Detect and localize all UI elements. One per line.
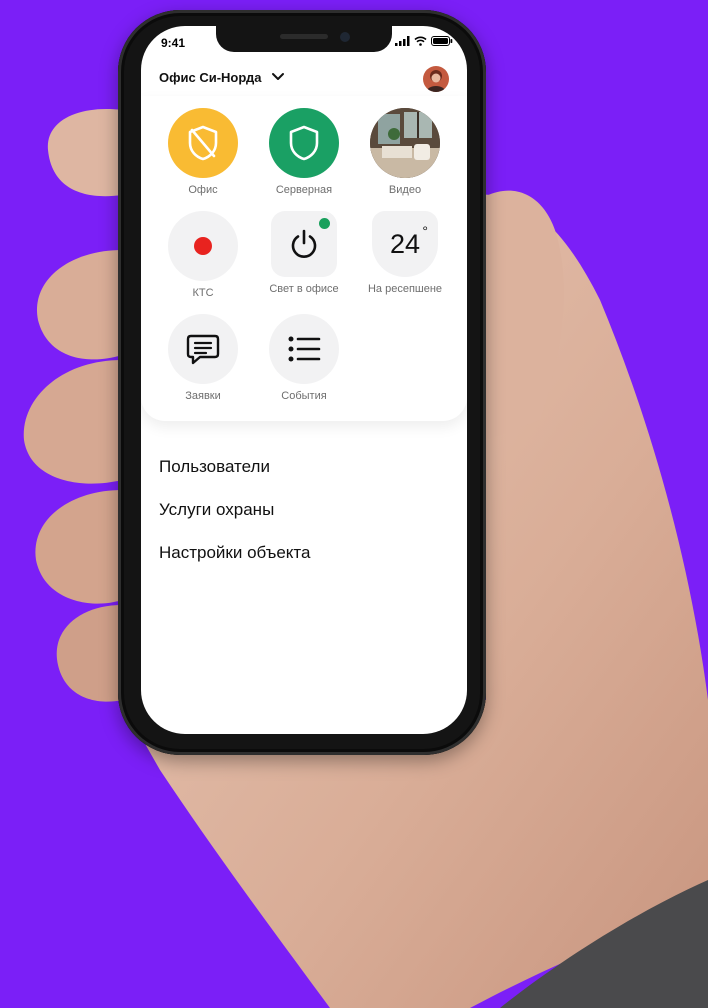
- menu-item-object-settings[interactable]: Настройки объекта: [159, 542, 310, 585]
- avatar[interactable]: [423, 66, 449, 92]
- chat-icon: [186, 334, 220, 365]
- tile-label: Офис: [188, 184, 218, 196]
- light-tile-box[interactable]: [271, 211, 337, 277]
- tile-label: На ресепшене: [367, 283, 443, 295]
- speaker: [280, 34, 328, 39]
- events-circle[interactable]: [269, 314, 339, 384]
- settings-menu: Пользователи Услуги охраны Настройки объ…: [159, 456, 310, 585]
- shield-icon: [289, 125, 319, 161]
- tile-events[interactable]: События: [252, 314, 356, 402]
- record-dot-icon: [194, 237, 212, 255]
- battery-icon: [431, 36, 453, 46]
- tile-video[interactable]: Видео: [353, 108, 457, 196]
- shield-off-icon: [188, 125, 218, 161]
- tile-office-light[interactable]: Свет в офисе: [252, 211, 356, 295]
- object-selector-title[interactable]: Офис Си-Норда: [159, 70, 261, 85]
- status-icons: [395, 36, 453, 46]
- office-circle[interactable]: [168, 108, 238, 178]
- notch: [216, 26, 392, 52]
- online-indicator: [318, 217, 331, 230]
- tile-label: Видео: [388, 184, 422, 196]
- server-circle[interactable]: [269, 108, 339, 178]
- tile-label: Серверная: [275, 184, 333, 196]
- tile-panic-button[interactable]: КТС: [151, 211, 255, 299]
- tile-label: Заявки: [185, 390, 221, 402]
- temperature-value: 24 °: [389, 222, 429, 259]
- tile-reception-temperature[interactable]: 24 ° На ресепшене: [353, 211, 457, 295]
- signal-icon: [395, 36, 410, 46]
- panic-circle[interactable]: [168, 211, 238, 281]
- tile-label: КТС: [192, 287, 214, 299]
- status-time: 9:41: [161, 36, 186, 50]
- menu-item-security-services[interactable]: Услуги охраны: [159, 499, 310, 542]
- wifi-icon: [414, 36, 427, 46]
- tile-requests[interactable]: Заявки: [151, 314, 255, 402]
- tile-office[interactable]: Офис: [151, 108, 255, 196]
- video-thumbnail[interactable]: [370, 108, 440, 178]
- front-camera: [340, 32, 350, 42]
- temperature-box[interactable]: 24 °: [372, 211, 438, 277]
- tile-label: Свет в офисе: [269, 283, 339, 295]
- header: Офис Си-Норда: [141, 64, 467, 96]
- phone-screen: 9:41 Офис Си-Норда Офис Серверная Видео …: [141, 26, 467, 734]
- chevron-down-icon[interactable]: [271, 69, 285, 83]
- tile-label: События: [281, 390, 327, 402]
- power-icon: [291, 229, 317, 258]
- list-icon: [288, 336, 321, 362]
- menu-item-users[interactable]: Пользователи: [159, 456, 310, 499]
- quick-actions-panel: Офис Серверная Видео КТС Свет в офисе 24…: [141, 96, 467, 421]
- tile-server-room[interactable]: Серверная: [252, 108, 356, 196]
- requests-circle[interactable]: [168, 314, 238, 384]
